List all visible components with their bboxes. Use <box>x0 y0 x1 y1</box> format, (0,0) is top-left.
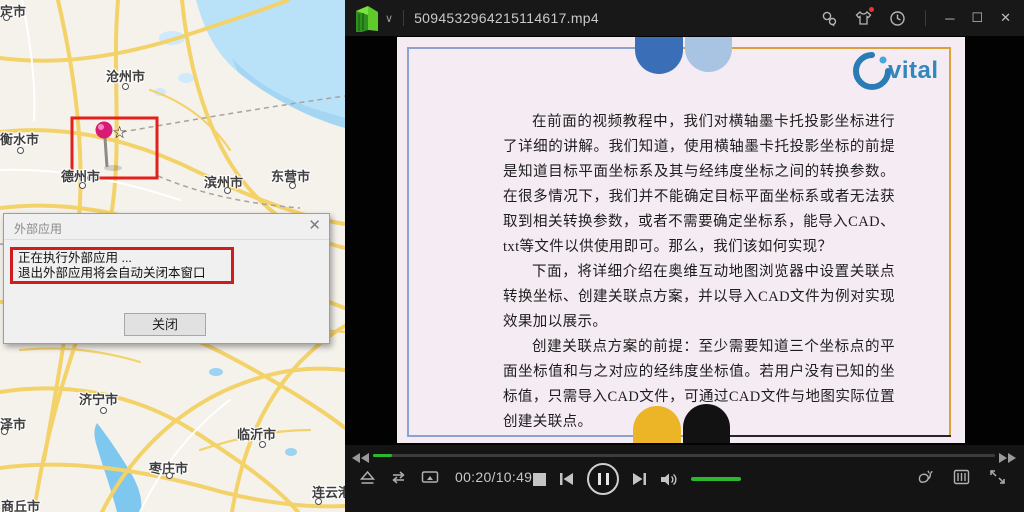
chevron-down-icon[interactable]: ∨ <box>385 12 393 25</box>
dialog-message-highlight: 正在执行外部应用 ... 退出外部应用将会自动关闭本窗口 <box>10 247 234 284</box>
titlebar-divider <box>925 10 926 26</box>
maximize-button[interactable]: ☐ <box>971 10 983 26</box>
city-dot <box>224 187 231 194</box>
dialog-close-icon[interactable]: ✕ <box>308 218 321 234</box>
dialog-message-line1: 正在执行外部应用 ... <box>18 251 226 266</box>
city-dot <box>17 147 24 154</box>
city-dot <box>166 472 173 479</box>
video-area[interactable]: vital 在前面的视频教程中，我们对横轴墨卡托投影坐标进行了详细的讲解。我们知… <box>345 36 1024 445</box>
player-controlbar: 00:20/10:49 <box>345 445 1024 512</box>
dialog-close-button[interactable]: 关闭 <box>124 313 206 336</box>
volume-slider[interactable] <box>691 477 741 481</box>
decor-circle-darkblue <box>635 37 683 74</box>
slide-frame <box>949 47 951 437</box>
notification-dot <box>869 7 874 12</box>
ovital-logo: vital <box>852 51 939 91</box>
city-label: 商丘市 <box>1 496 40 512</box>
slow-speed-snail-icon[interactable] <box>917 469 934 485</box>
seek-backward-icon[interactable] <box>352 450 370 468</box>
dialog-title: 外部应用 <box>14 220 62 237</box>
map-panel[interactable]: ☆ 定市沧州市衡水市德州市滨州市东营市济宁市泽市临沂市枣庄市商丘市连云港 外部应… <box>0 0 345 512</box>
city-dot <box>315 498 322 505</box>
city-dot <box>122 83 129 90</box>
city-label: 济宁市 <box>79 389 118 408</box>
progress-fill <box>373 454 392 457</box>
screen: ☆ 定市沧州市衡水市德州市滨州市东营市济宁市泽市临沂市枣庄市商丘市连云港 外部应… <box>0 0 1024 512</box>
star-icon: ☆ <box>112 123 127 143</box>
close-button[interactable]: ✕ <box>1000 10 1011 26</box>
slide-paragraph: 在前面的视频教程中，我们对横轴墨卡托投影坐标进行了详细的讲解。我们知道，使用横轴… <box>503 110 895 260</box>
pause-button[interactable] <box>587 463 619 495</box>
player-logo-icon[interactable] <box>354 4 380 32</box>
minimize-button[interactable]: ─ <box>945 11 954 26</box>
city-dot <box>289 182 296 189</box>
slide-paragraph: 创建关联点方案的前提：至少需要知道三个坐标点的平面坐标值和与之对应的经纬度坐标值… <box>503 335 895 435</box>
video-title: 5094532964215114617.mp4 <box>414 10 599 26</box>
next-icon[interactable] <box>632 472 647 486</box>
external-app-dialog: 外部应用 ✕ 正在执行外部应用 ... 退出外部应用将会自动关闭本窗口 关闭 <box>3 213 330 344</box>
dialog-titlebar[interactable]: 外部应用 ✕ <box>4 214 329 240</box>
slide-frame <box>407 47 409 437</box>
decor-circle-lightblue <box>685 37 732 72</box>
time-display: 00:20/10:49 <box>455 469 532 485</box>
slide-content: vital 在前面的视频教程中，我们对横轴墨卡托投影坐标进行了详细的讲解。我们知… <box>397 37 965 443</box>
dialog-message-line2: 退出外部应用将会自动关闭本窗口 <box>18 266 226 281</box>
ovital-logo-text: vital <box>888 57 939 85</box>
volume-icon[interactable] <box>660 472 678 487</box>
city-dot <box>259 441 266 448</box>
history-clock-icon[interactable] <box>889 10 906 27</box>
video-player: ∨ 5094532964215114617.mp4 <box>345 0 1024 512</box>
share-link-icon[interactable] <box>821 10 838 27</box>
cast-screen-icon[interactable] <box>421 470 439 485</box>
previous-icon[interactable] <box>559 472 574 486</box>
city-dot <box>79 182 86 189</box>
playlist-grid-icon[interactable] <box>953 469 970 485</box>
skin-theme-icon[interactable] <box>855 10 872 27</box>
ovital-o-icon <box>852 51 892 91</box>
stop-icon[interactable] <box>533 473 546 486</box>
repeat-icon[interactable] <box>389 470 408 485</box>
slide-paragraphs: 在前面的视频教程中，我们对横轴墨卡托投影坐标进行了详细的讲解。我们知道，使用横轴… <box>503 110 895 435</box>
progress-bar[interactable] <box>373 454 995 457</box>
city-label: 临沂市 <box>237 424 276 443</box>
fullscreen-icon[interactable] <box>989 469 1006 485</box>
titlebar-divider <box>403 10 404 26</box>
city-dot <box>100 407 107 414</box>
seek-forward-icon[interactable] <box>998 450 1016 468</box>
city-dot <box>1 428 8 435</box>
player-titlebar[interactable]: ∨ 5094532964215114617.mp4 <box>345 0 1024 36</box>
city-label: 衡水市 <box>0 129 39 148</box>
slide-paragraph: 下面，将详细介绍在奥维互动地图浏览器中设置关联点转换坐标、创建关联点方案，并以导… <box>503 260 895 335</box>
city-dot <box>3 14 10 21</box>
eject-icon[interactable] <box>359 470 376 485</box>
